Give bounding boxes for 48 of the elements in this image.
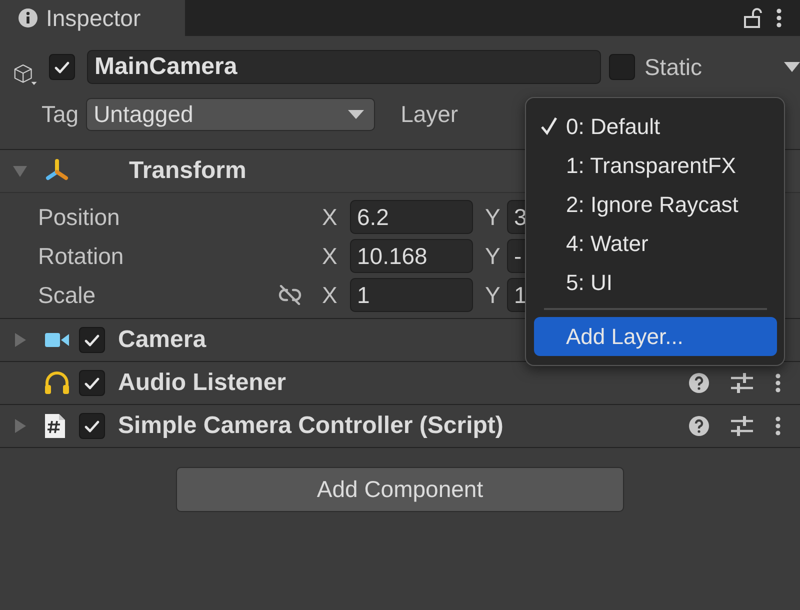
static-label: Static xyxy=(644,54,702,80)
menu-item[interactable]: 4: Water xyxy=(534,224,777,263)
checkbox[interactable] xyxy=(609,54,636,80)
axis-label: Y xyxy=(485,282,502,308)
layer-label: Layer xyxy=(400,101,458,128)
axis-label: X xyxy=(322,282,338,308)
menu-item[interactable]: 0: Default xyxy=(534,107,777,146)
script-file-icon xyxy=(44,413,66,439)
property-label: Scale xyxy=(38,282,97,308)
checkbox[interactable] xyxy=(79,413,105,439)
axis-label: X xyxy=(322,242,338,270)
axis-label: Y xyxy=(485,242,502,270)
name-field[interactable]: MainCamera xyxy=(87,50,602,84)
component-title: Simple Camera Controller (Script) xyxy=(118,412,504,440)
inspector-tab[interactable]: Inspector xyxy=(0,0,185,36)
checkbox[interactable] xyxy=(49,54,76,80)
checkbox[interactable] xyxy=(79,370,105,396)
property-label: Rotation xyxy=(38,242,125,270)
more-icon[interactable] xyxy=(776,8,782,28)
tag-dropdown[interactable]: Untagged xyxy=(86,98,375,131)
component-title: Camera xyxy=(118,326,206,354)
tag-label: Tag xyxy=(41,101,79,128)
sliders-icon[interactable] xyxy=(731,373,753,393)
lock-icon[interactable] xyxy=(744,8,762,28)
checkbox[interactable] xyxy=(79,327,105,353)
sliders-icon[interactable] xyxy=(731,416,753,436)
menu-item[interactable]: Add Layer... xyxy=(534,317,777,356)
number-field[interactable]: 1 xyxy=(350,278,473,312)
camera-icon xyxy=(44,330,70,350)
headphones-icon xyxy=(44,371,70,395)
broken-link-icon[interactable] xyxy=(278,285,302,305)
property-label: Position xyxy=(38,204,121,230)
help-icon[interactable] xyxy=(689,373,709,393)
more-icon[interactable] xyxy=(775,416,781,436)
component-header[interactable]: Simple Camera Controller (Script) xyxy=(0,405,800,448)
info-icon xyxy=(18,8,38,28)
caret-icon xyxy=(348,110,364,120)
help-icon[interactable] xyxy=(689,416,709,436)
add-component-button[interactable]: Add Component xyxy=(176,467,624,512)
axis-label: Y xyxy=(485,204,502,230)
more-icon[interactable] xyxy=(775,373,781,393)
axis-label: X xyxy=(322,204,338,230)
number-field[interactable]: 10.168 xyxy=(350,239,473,273)
menu-item[interactable]: 5: UI xyxy=(534,263,777,302)
dropdown-arrow-icon[interactable] xyxy=(784,61,800,73)
component-title: Transform xyxy=(129,157,246,185)
number-field[interactable]: 6.2 xyxy=(350,200,473,234)
component-title: Audio Listener xyxy=(118,369,286,397)
